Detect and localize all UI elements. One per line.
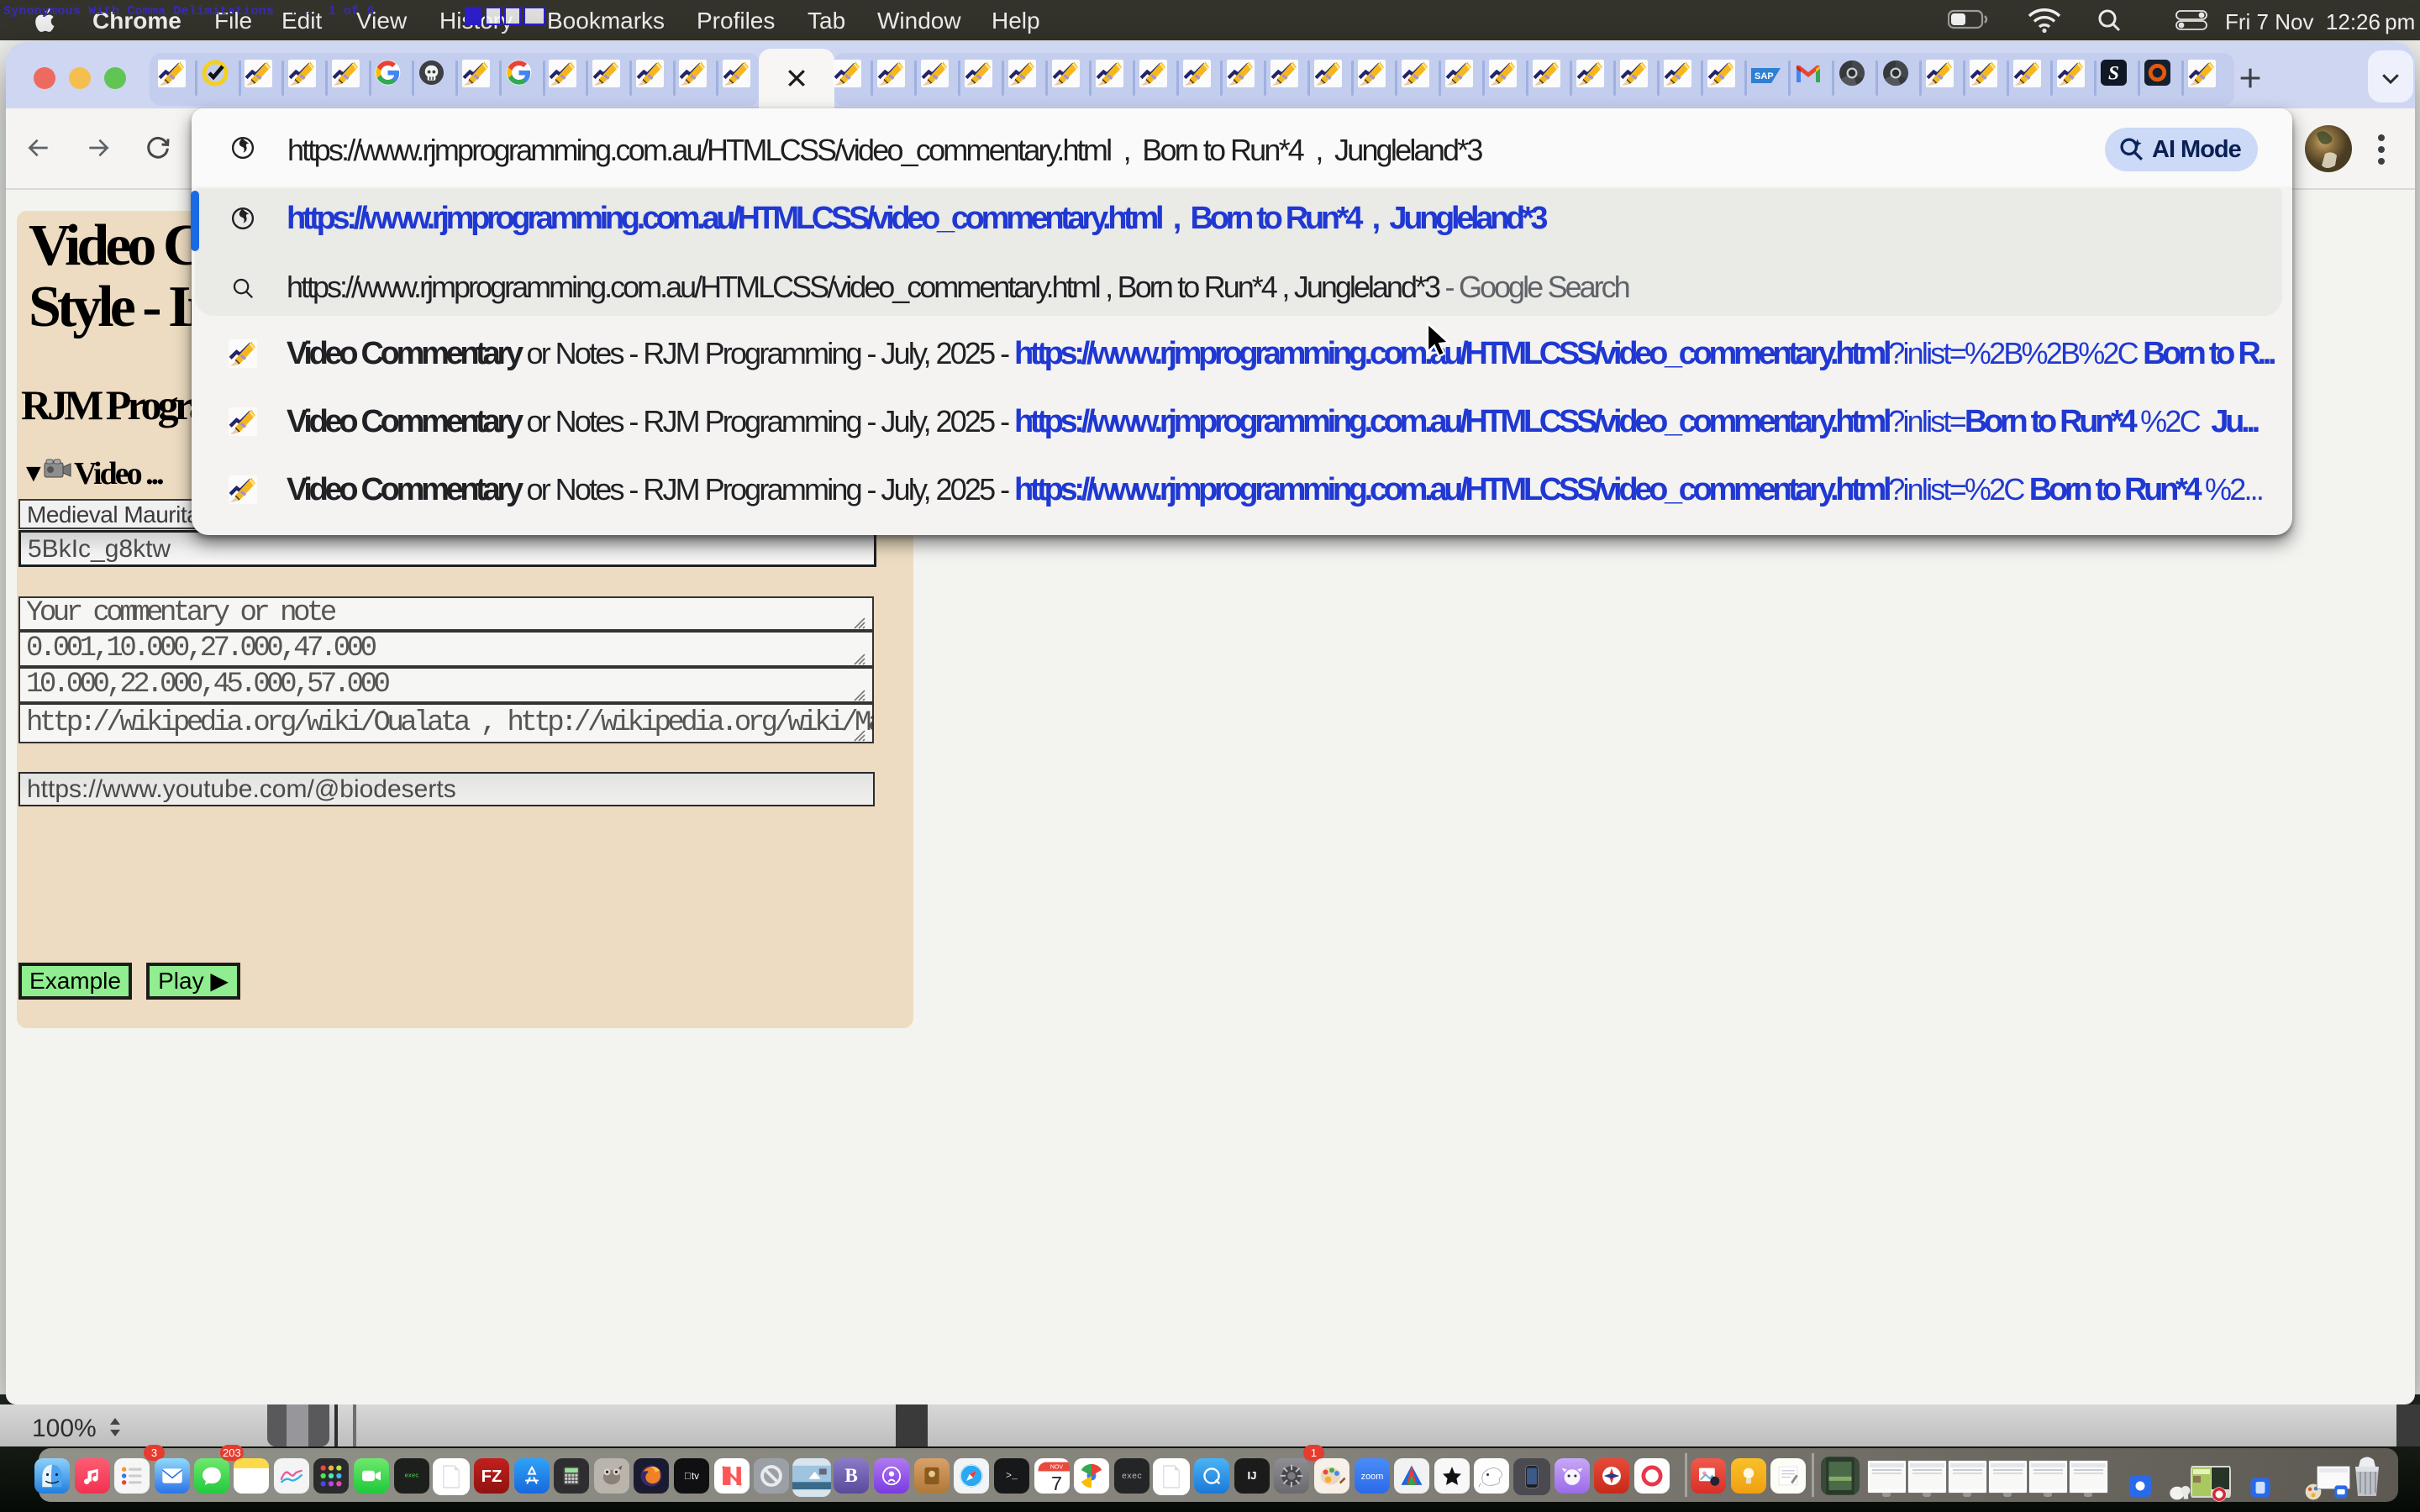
svg-text:tv: tv: [684, 1471, 699, 1482]
svg-text:SAP: SAP: [1754, 71, 1774, 81]
svg-text:S: S: [2108, 62, 2119, 84]
